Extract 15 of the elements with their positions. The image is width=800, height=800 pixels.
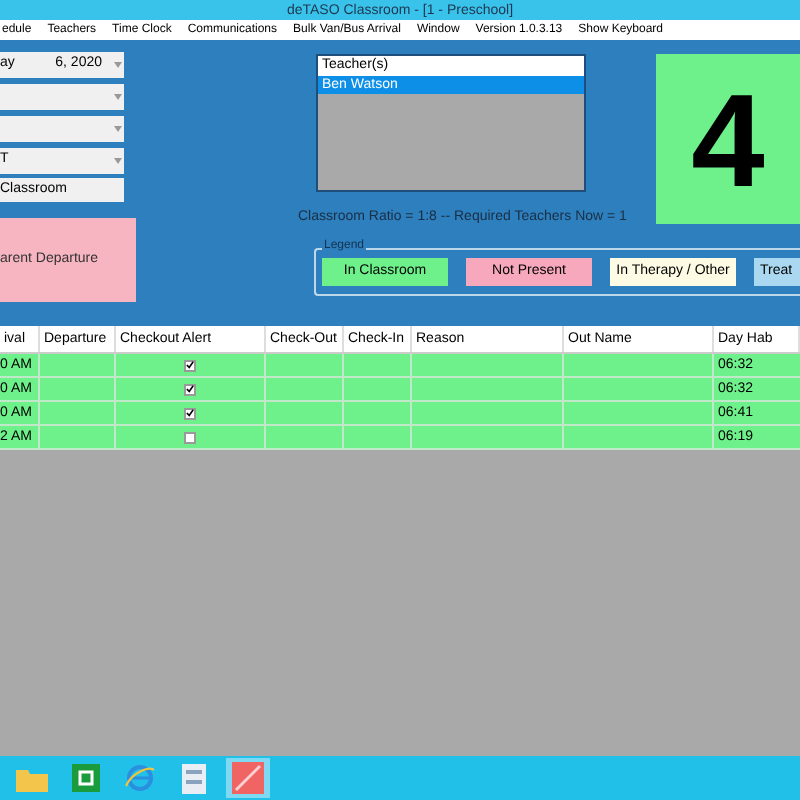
- browser-icon: [124, 764, 156, 792]
- taskbar-button[interactable]: [226, 758, 270, 798]
- store-icon: [72, 764, 100, 792]
- count-panel: 4: [656, 54, 800, 224]
- document-icon: [182, 763, 206, 793]
- caret-icon: [114, 94, 122, 100]
- caret-icon: [114, 158, 122, 164]
- slash-icon: [232, 762, 264, 794]
- caret-icon: [114, 62, 122, 68]
- caret-icon: [114, 126, 122, 132]
- checkbox[interactable]: [184, 407, 196, 419]
- checkbox[interactable]: [184, 431, 196, 443]
- folder-icon: [16, 765, 48, 791]
- checkbox[interactable]: [184, 359, 196, 371]
- checkbox[interactable]: [184, 383, 196, 395]
